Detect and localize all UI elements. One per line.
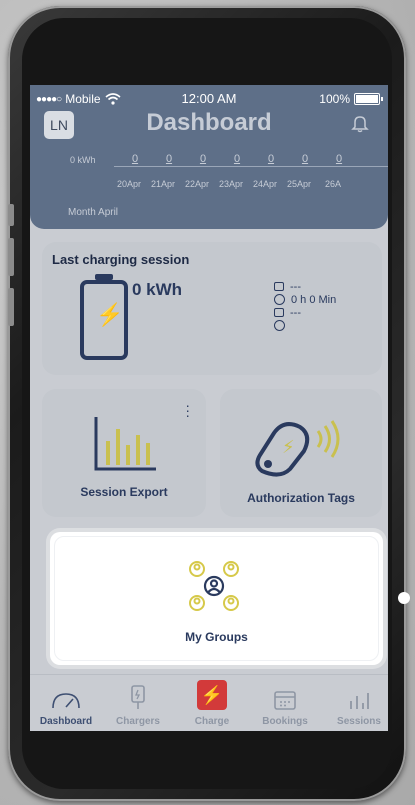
volume-down-button xyxy=(8,288,14,326)
chart-value: 0 xyxy=(165,153,173,165)
charge-bolt-icon: ⚡ xyxy=(197,680,227,710)
status-bar: ●●●●○ Mobile 12:00 AM 100% xyxy=(30,85,388,111)
chart-values: 0 0 0 0 0 0 0 xyxy=(118,153,356,165)
chart-baseline xyxy=(114,166,388,167)
svg-text:⚡: ⚡ xyxy=(282,437,295,458)
bar-chart-icon xyxy=(94,417,156,471)
chart-date: 22Apr xyxy=(184,179,210,189)
nav-chargers[interactable]: Chargers xyxy=(103,685,173,727)
nav-sessions[interactable]: Sessions xyxy=(324,693,388,727)
nav-chargers-label: Chargers xyxy=(116,716,160,727)
check-circle-icon xyxy=(274,320,285,331)
battery-status: 100% xyxy=(319,92,383,106)
battery-icon xyxy=(354,93,383,105)
chart-dates: 20Apr 21Apr 22Apr 23Apr 24Apr 25Apr 26A xyxy=(112,179,350,189)
bottom-nav: Dashboard Chargers ⚡ Charge Bookings Ses… xyxy=(30,674,388,731)
chart-value: 0 xyxy=(335,153,343,165)
page-title: Dashboard xyxy=(146,109,272,136)
chart-unit: 0 kWh xyxy=(70,155,96,165)
authorization-tags-card[interactable]: ⚡ Authorization Tags xyxy=(220,389,382,517)
chart-value: 0 xyxy=(267,153,275,165)
battery-charge-icon: ⚡ xyxy=(80,274,128,360)
session-end: --- xyxy=(290,306,301,319)
last-session-card[interactable]: Last charging session ⚡ 0 kWh --- 0 h 0 … xyxy=(42,242,382,375)
session-date: --- xyxy=(290,280,301,293)
sessions-bars-icon xyxy=(350,693,369,709)
session-details: --- 0 h 0 Min --- xyxy=(274,280,336,332)
chart-value: 0 xyxy=(131,153,139,165)
charger-plug-icon xyxy=(131,685,145,709)
battery-percent: 100% xyxy=(319,92,350,106)
chart-date: 23Apr xyxy=(218,179,244,189)
bolt-icon: ⚡ xyxy=(96,302,124,327)
groups-icon xyxy=(189,561,239,611)
chart-date: 21Apr xyxy=(150,179,176,189)
calendar-icon xyxy=(274,282,284,291)
nav-bookings[interactable]: Bookings xyxy=(250,691,320,727)
my-groups-label: My Groups xyxy=(185,630,248,644)
volume-up-button xyxy=(8,238,14,276)
clock-icon xyxy=(274,294,285,305)
session-energy: 0 kWh xyxy=(132,280,183,299)
chart-date: 25Apr xyxy=(286,179,312,189)
speedometer-icon xyxy=(52,693,80,709)
chart-date: 24Apr xyxy=(252,179,278,189)
chart-date: 20Apr xyxy=(116,179,142,189)
chart-date: 26A xyxy=(324,179,341,189)
app-screen: ●●●●○ Mobile 12:00 AM 100% LN Dashboard … xyxy=(30,85,388,731)
session-duration: 0 h 0 Min xyxy=(291,293,337,306)
nav-dashboard-label: Dashboard xyxy=(39,716,93,727)
touch-indicator xyxy=(398,592,410,604)
my-groups-card[interactable]: My Groups xyxy=(50,532,383,665)
nav-charge-label: Charge xyxy=(194,716,230,727)
rfid-tag-icon: ⚡ xyxy=(255,420,340,477)
calendar-end-icon xyxy=(274,308,284,317)
nav-sessions-label: Sessions xyxy=(337,716,381,727)
session-export-card[interactable]: · · · Session Export xyxy=(42,389,206,517)
chart-value: 0 xyxy=(199,153,207,165)
chart-value: 0 xyxy=(301,153,309,165)
bell-icon[interactable] xyxy=(350,113,370,133)
nav-bookings-label: Bookings xyxy=(262,716,308,727)
mute-switch xyxy=(8,204,14,226)
month-label: Month April xyxy=(68,207,119,218)
session-title: Last charging session xyxy=(52,252,190,267)
more-menu-icon[interactable]: · · · xyxy=(185,398,190,422)
nav-charge[interactable]: ⚡ Charge xyxy=(177,680,247,727)
calendar-booking-icon xyxy=(274,691,296,710)
dashboard-header: LN Dashboard 0 kWh 0 0 0 0 0 0 0 20Apr 2… xyxy=(30,109,388,229)
nav-dashboard[interactable]: Dashboard xyxy=(31,693,101,727)
chart-value: 0 xyxy=(233,153,241,165)
authorization-tags-label: Authorization Tags xyxy=(247,491,355,505)
session-export-label: Session Export xyxy=(80,485,168,499)
